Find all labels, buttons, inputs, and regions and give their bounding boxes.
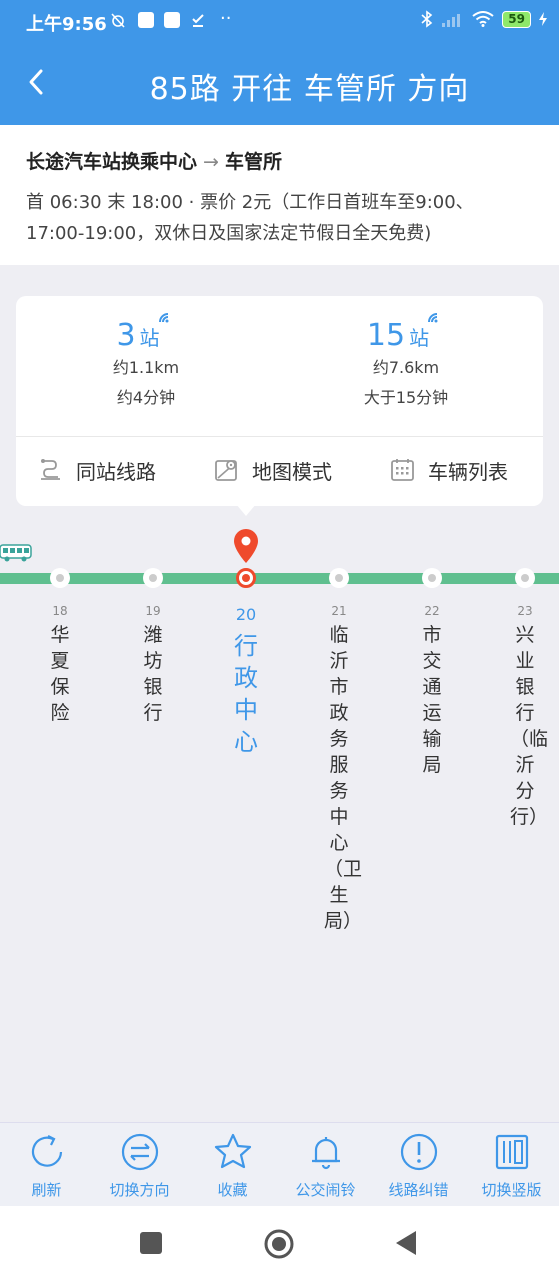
arrival-card: 3站 约1.1km 约4分钟 15 站 约7.6km 大于15分钟 同站线路 地图… — [16, 296, 543, 506]
arrival-second[interactable]: 15 站 约7.6km 大于15分钟 — [276, 313, 536, 413]
arrival-distance: 约1.1km — [112, 358, 180, 377]
alarm-button[interactable]: 公交闹铃 — [279, 1131, 372, 1200]
report-error-label: 线路纠错 — [388, 1181, 449, 1199]
alarm-label: 公交闹铃 — [295, 1181, 356, 1199]
star-icon — [214, 1133, 251, 1169]
station-name[interactable]: 市交通运输局 — [417, 622, 447, 778]
route-description: 首 06:30 末 18:00 · 票价 2元（工作日首班车至9:00、17:0… — [26, 192, 474, 244]
bell-icon — [311, 1137, 340, 1170]
arrival-distance: 约7.6km — [372, 358, 440, 377]
station-dot[interactable] — [422, 568, 442, 588]
vertical-mode-button[interactable]: 切换竖版 — [465, 1131, 558, 1200]
map-icon — [215, 460, 237, 481]
status-right: 59 — [420, 10, 547, 28]
same-station-label: 同站线路 — [76, 459, 156, 484]
station-name[interactable]: 潍坊银行 — [138, 622, 168, 726]
arrival-stops: 15 站 — [276, 313, 536, 353]
route-from: 长途汽车站换乘中心 — [26, 151, 198, 173]
arrival-time: 大于15分钟 — [363, 388, 449, 407]
system-nav-bar — [0, 1206, 559, 1280]
station-number: 22 — [424, 604, 440, 618]
status-bar: 上午9:56 ·· 59 — [0, 0, 559, 44]
refresh-label: 刷新 — [31, 1181, 62, 1199]
back-nav-button[interactable] — [394, 1230, 418, 1256]
more-notifications: ·· — [220, 8, 232, 29]
alarm-off-icon — [111, 13, 125, 28]
switch-direction-button[interactable]: 切换方向 — [93, 1131, 186, 1200]
route-info: 长途汽车站换乘中心 → 车管所 首 06:30 末 18:00 · 票价 2元（工作… — [0, 125, 559, 265]
bluetooth-icon — [421, 10, 433, 28]
switch-direction-label: 切换方向 — [109, 1181, 170, 1199]
location-pin-icon — [234, 529, 258, 563]
route-endpoints: 长途汽车站换乘中心 → 车管所 — [26, 147, 282, 174]
station-name[interactable]: 华夏保险 — [45, 622, 75, 726]
page-title: 85路 开往 车管所 方向 — [149, 72, 470, 107]
map-mode-label: 地图模式 — [252, 459, 332, 484]
bottom-toolbar: 刷新 切换方向 收藏 公交闹铃 线路纠错 切换竖版 — [0, 1122, 559, 1207]
status-time: 上午9:56 — [26, 14, 107, 35]
bus-icon[interactable] — [0, 544, 32, 562]
vertical-layout-icon — [495, 1134, 528, 1170]
exclamation-icon — [400, 1133, 437, 1171]
notification-icon — [164, 12, 180, 28]
station-name-current[interactable]: 行政中心 — [230, 630, 262, 758]
vehicle-list-button[interactable]: 车辆列表 — [390, 452, 508, 488]
calendar-icon — [391, 459, 414, 481]
map-mode-button[interactable]: 地图模式 — [214, 452, 332, 488]
station-number: 23 — [517, 604, 533, 618]
realtime-icon — [428, 313, 438, 323]
realtime-icon — [158, 313, 169, 323]
arrival-next[interactable]: 3站 约1.1km 约4分钟 — [16, 313, 276, 413]
station-number: 19 — [145, 604, 161, 618]
station-dot[interactable] — [515, 568, 535, 588]
station-name[interactable]: 临沂市政务服务中心（卫生局） — [324, 622, 362, 934]
wifi-icon — [472, 11, 494, 27]
route-to: 车管所 — [224, 151, 282, 173]
same-station-button[interactable]: 同站线路 — [38, 452, 156, 488]
divider — [16, 436, 543, 437]
station-dot[interactable] — [50, 568, 70, 588]
app-header: 85路 开往 车管所 方向 — [0, 44, 559, 125]
signal-icon — [442, 14, 461, 27]
route-arrow: → — [203, 151, 219, 173]
station-dot[interactable] — [143, 568, 163, 588]
home-button[interactable] — [263, 1228, 295, 1260]
favorite-button[interactable]: 收藏 — [186, 1131, 279, 1200]
bus-route-line — [0, 573, 559, 584]
battery-indicator: 59 — [502, 10, 531, 28]
charging-icon — [539, 12, 547, 26]
arrival-stops: 3站 — [16, 313, 276, 353]
vehicle-list-label: 车辆列表 — [428, 459, 508, 484]
station-dot-current[interactable] — [236, 568, 256, 588]
refresh-icon — [31, 1135, 62, 1167]
recents-button[interactable] — [140, 1232, 162, 1254]
station-number: 21 — [331, 604, 347, 618]
station-dot[interactable] — [329, 568, 349, 588]
report-error-button[interactable]: 线路纠错 — [372, 1131, 465, 1200]
favorite-label: 收藏 — [217, 1181, 248, 1199]
station-name[interactable]: 兴业银行（临沂分行） — [510, 622, 548, 830]
vertical-mode-label: 切换竖版 — [481, 1181, 542, 1199]
station-number-current: 20 — [235, 605, 257, 624]
arrival-time: 约4分钟 — [116, 388, 176, 407]
switch-direction-icon — [121, 1133, 158, 1171]
route-icon — [41, 459, 60, 480]
station-number: 18 — [52, 604, 68, 618]
refresh-button[interactable]: 刷新 — [0, 1131, 93, 1200]
download-done-icon — [192, 14, 204, 27]
card-pointer — [236, 504, 256, 516]
notification-icon — [138, 12, 154, 28]
